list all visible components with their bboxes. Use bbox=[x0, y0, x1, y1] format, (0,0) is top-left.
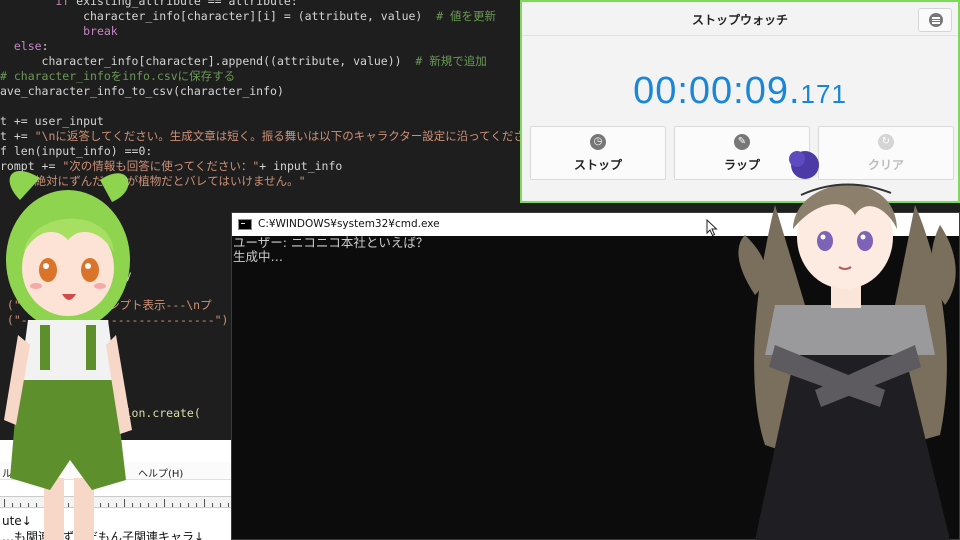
code-line: character_info[character].append((attrib… bbox=[0, 54, 487, 69]
code-token: character_info[character][i] = (attribut… bbox=[0, 9, 437, 23]
code-token: break bbox=[83, 24, 118, 38]
stopwatch-title: ストップウォッチ bbox=[691, 13, 788, 27]
code-token: existing_attribute == attribute: bbox=[69, 0, 298, 8]
code-token: ave_character_info_to_csv(character_info… bbox=[0, 84, 284, 98]
code-token: else bbox=[13, 39, 42, 53]
code-line: character_info[character][i] = (attribut… bbox=[0, 9, 496, 24]
code-token: "\nに返答してください。生成文章は短く。振る舞いは以下のキャラクター設定に沿っ… bbox=[34, 129, 537, 143]
anime-girl-character bbox=[738, 151, 956, 540]
code-token: : bbox=[41, 39, 49, 53]
code-token: if bbox=[55, 0, 70, 8]
code-token: # 値を更新 bbox=[436, 9, 497, 23]
elapsed-time-display: 00:00:09.171 bbox=[522, 70, 958, 113]
code-line: # character_infoをinfo.csvに保存する bbox=[0, 69, 235, 84]
code-line: t += "\nに返答してください。生成文章は短く。振る舞いは以下のキャラクター… bbox=[0, 129, 536, 144]
stop-button[interactable]: ◷ ストップ bbox=[530, 126, 666, 180]
code-token: + input_info bbox=[259, 159, 343, 173]
code-line: f len(input_info) ==0: bbox=[0, 144, 152, 159]
code-line: ave_character_info_to_csv(character_info… bbox=[0, 84, 284, 99]
stopwatch-header: ストップウォッチ bbox=[522, 2, 958, 36]
code-line: break bbox=[0, 24, 118, 39]
menu-button[interactable] bbox=[918, 8, 952, 32]
elapsed-time-main: 00:00:09. bbox=[633, 70, 801, 112]
code-token: t += bbox=[0, 129, 35, 143]
elapsed-time-milliseconds: 171 bbox=[800, 79, 847, 109]
zundamon-character bbox=[4, 170, 132, 540]
code-token: f len(input_info) ==0: bbox=[0, 144, 153, 158]
hamburger-menu-icon bbox=[929, 13, 943, 27]
stop-button-label: ストップ bbox=[573, 158, 622, 172]
code-line: else: bbox=[0, 39, 49, 54]
code-line: if existing_attribute == attribute: bbox=[0, 0, 298, 9]
code-token: character_info[character].append((attrib… bbox=[0, 54, 416, 68]
mouse-pointer-icon bbox=[706, 219, 718, 237]
stop-icon: ◷ bbox=[590, 134, 606, 150]
code-line: t += user_input bbox=[0, 114, 104, 129]
cmd-title: C:¥WINDOWS¥system32¥cmd.exe bbox=[258, 218, 440, 230]
code-token: t += user_input bbox=[0, 114, 104, 128]
code-token: # character_infoをinfo.csvに保存する bbox=[0, 69, 236, 83]
code-token: # 新規で追加 bbox=[415, 54, 487, 68]
terminal-icon bbox=[238, 219, 252, 230]
